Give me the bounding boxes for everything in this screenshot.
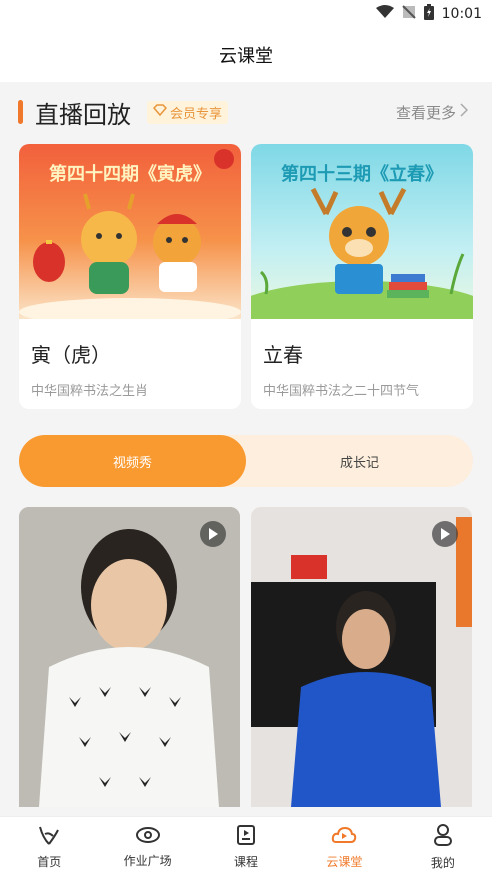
- nav-item-profile[interactable]: 我的: [394, 817, 492, 876]
- replay-title: 立春: [263, 343, 303, 367]
- see-more-label: 查看更多: [395, 103, 456, 122]
- vip-badge: 会员专享: [147, 100, 229, 124]
- wifi-icon: [375, 5, 394, 23]
- video-thumbnail: [19, 507, 240, 807]
- section-title: 直播回放: [35, 100, 131, 129]
- nav-label: 作业广场: [123, 853, 172, 868]
- replay-thumbnail: 第四十三期《立春》: [251, 144, 473, 319]
- no-signal-icon: [401, 5, 416, 23]
- home-icon: [37, 824, 61, 849]
- content-tabs: 视频秀 成长记: [19, 435, 473, 487]
- section-accent-bar: [18, 100, 23, 124]
- tab-growth-record[interactable]: 成长记: [246, 435, 473, 487]
- bottom-navigation: 首页 作业广场 课程 云课堂 我的: [0, 816, 492, 876]
- replay-title: 寅（虎）: [31, 343, 111, 367]
- play-icon[interactable]: [200, 521, 226, 547]
- video-thumbnail: [251, 507, 472, 807]
- nav-item-homework[interactable]: 作业广场: [98, 817, 196, 876]
- battery-charging-icon: [423, 4, 434, 24]
- vip-badge-label: 会员专享: [170, 106, 223, 122]
- play-icon[interactable]: [432, 521, 458, 547]
- nav-label: 我的: [430, 855, 455, 870]
- see-more-link[interactable]: 查看更多: [395, 102, 469, 123]
- replay-section-header: 直播回放 会员专享 查看更多: [0, 92, 492, 132]
- tab-video-show[interactable]: 视频秀: [19, 435, 246, 487]
- cloud-class-icon: [331, 824, 357, 849]
- page-title: 云课堂: [219, 46, 273, 67]
- replay-banner-text: 第四十三期《立春》: [281, 164, 443, 185]
- video-item[interactable]: [251, 507, 472, 807]
- replay-banner-text: 第四十四期《寅虎》: [49, 164, 211, 185]
- profile-icon: [432, 823, 454, 850]
- nav-label: 首页: [37, 854, 62, 869]
- nav-item-home[interactable]: 首页: [0, 817, 98, 876]
- nav-item-cloud-class[interactable]: 云课堂: [295, 817, 393, 876]
- replay-subtitle: 中华国粹书法之生肖: [31, 384, 149, 399]
- video-item[interactable]: [19, 507, 240, 807]
- chevron-right-icon: [460, 103, 469, 121]
- status-time: 10:01: [441, 6, 482, 22]
- eye-icon: [135, 825, 161, 848]
- replay-subtitle: 中华国粹书法之二十四节气: [263, 384, 420, 399]
- nav-label: 课程: [234, 854, 259, 869]
- diamond-icon: [152, 104, 168, 120]
- app-header: 云课堂: [0, 28, 492, 82]
- replay-thumbnail: 第四十四期《寅虎》: [19, 144, 241, 319]
- book-icon: [235, 824, 257, 849]
- status-bar: 10:01: [0, 0, 492, 28]
- replay-card-tiger[interactable]: 第四十四期《寅虎》 寅（虎） 中华国粹书法之生肖: [19, 144, 241, 409]
- replay-card-spring[interactable]: 第四十三期《立春》 立春 中华国粹书法之二十四节气: [251, 144, 473, 409]
- nav-item-courses[interactable]: 课程: [197, 817, 295, 876]
- nav-label: 云课堂: [326, 854, 363, 869]
